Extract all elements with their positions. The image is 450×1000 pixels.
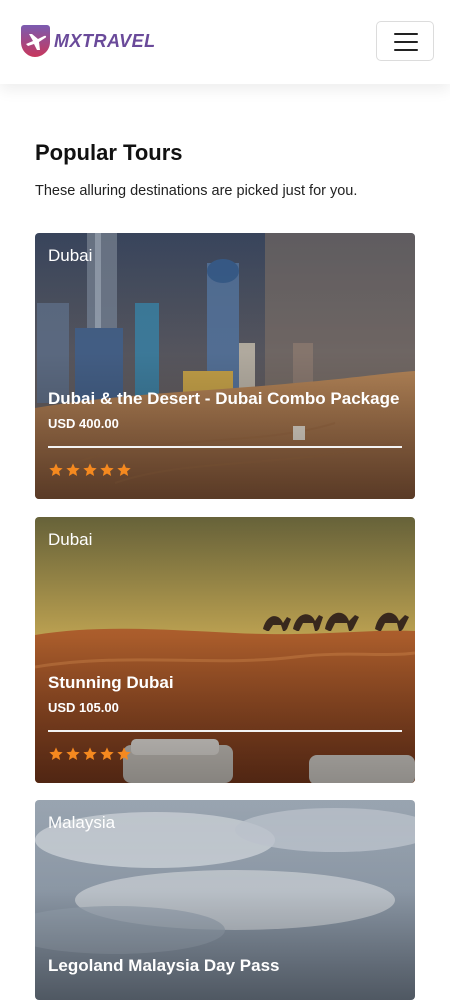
hamburger-menu-icon-bar [394, 49, 418, 51]
tour-card[interactable]: Dubai Dubai & the Desert - Dubai Combo P… [35, 233, 415, 499]
plane-logo-icon [21, 25, 50, 57]
brand-logo[interactable]: MXTRAVEL [20, 24, 156, 58]
star-icon [66, 747, 80, 760]
tour-location: Malaysia [48, 813, 116, 832]
divider [48, 446, 402, 448]
star-icon [66, 463, 80, 476]
star-icon [49, 747, 63, 760]
rating-stars [48, 462, 132, 478]
section-title: Popular Tours [35, 140, 183, 165]
navbar: MXTRAVEL [0, 0, 450, 84]
tour-card[interactable]: Malaysia Legoland Malaysia Day Pass [35, 800, 415, 1000]
divider [48, 730, 402, 732]
tour-price: USD 400.00 [48, 416, 119, 431]
star-icon [117, 747, 131, 760]
tour-name[interactable]: Stunning Dubai [48, 673, 174, 693]
tour-location: Dubai [48, 246, 93, 265]
tour-price: USD 105.00 [48, 700, 119, 715]
star-icon [49, 463, 63, 476]
rating-stars [48, 746, 132, 762]
tour-location: Dubai [48, 530, 93, 549]
tour-card[interactable]: Dubai Stunning Dubai USD 105.00 [35, 517, 415, 783]
star-icon [100, 463, 114, 476]
menu-toggle-button[interactable] [376, 21, 434, 61]
section-subtitle: These alluring destinations are picked j… [35, 183, 358, 199]
image-overlay [35, 233, 415, 499]
hamburger-menu-icon [394, 33, 418, 35]
star-icon [83, 463, 97, 476]
image-overlay [35, 517, 415, 783]
brand-name: MXTRAVEL [54, 30, 156, 51]
hamburger-menu-icon-bar [394, 41, 418, 43]
star-icon [83, 747, 97, 760]
tour-name[interactable]: Legoland Malaysia Day Pass [48, 956, 280, 976]
star-icon [117, 463, 131, 476]
star-icon [100, 747, 114, 760]
tour-name[interactable]: Dubai & the Desert - Dubai Combo Package [48, 389, 399, 409]
